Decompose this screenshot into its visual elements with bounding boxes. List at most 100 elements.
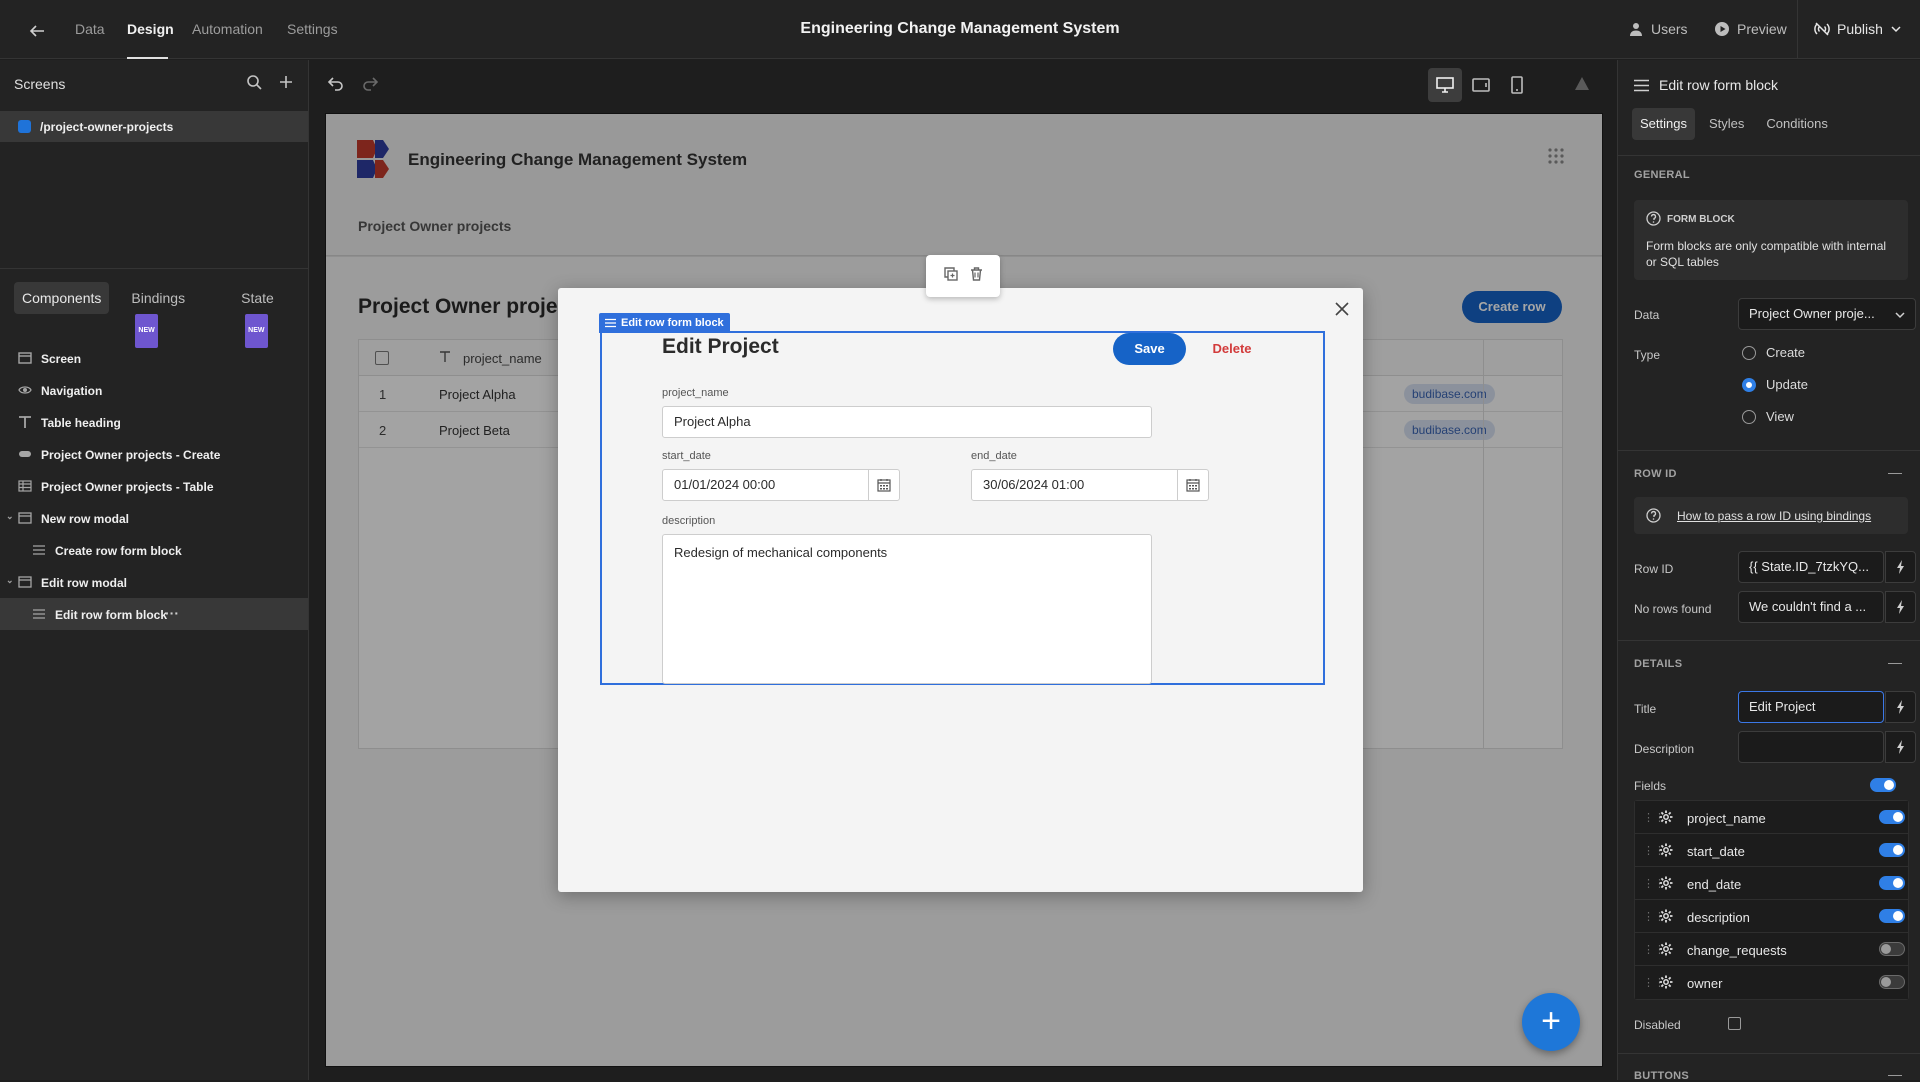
title-input[interactable]: Edit Project	[1738, 691, 1884, 723]
eye-icon	[18, 384, 32, 399]
delete-button[interactable]: Delete	[1202, 333, 1262, 365]
disabled-checkbox[interactable]	[1728, 1017, 1741, 1030]
field-toggle[interactable]	[1879, 810, 1905, 824]
add-component-button[interactable]: +	[1522, 993, 1580, 1051]
gear-icon[interactable]	[1659, 942, 1673, 961]
component-tabs: Components BindingsNEW StateNEW	[14, 282, 308, 349]
collapse-icon[interactable]: —	[1888, 464, 1902, 480]
fields-toggle[interactable]	[1870, 778, 1896, 792]
tab-bindings[interactable]: BindingsNEW	[123, 282, 219, 349]
selected-component-label: Edit row form block	[621, 317, 724, 329]
tab-settings[interactable]: Settings	[287, 21, 338, 37]
undo-icon[interactable]	[327, 74, 345, 97]
lightning-icon[interactable]	[1885, 691, 1916, 723]
tablet-icon[interactable]	[1464, 68, 1498, 102]
top-bar: Data Design Automation Settings Engineer…	[0, 0, 1920, 59]
warning-icon[interactable]	[1574, 76, 1590, 96]
form-title: Edit Project	[662, 335, 779, 358]
field-item-start-date[interactable]: ⋮⋮ start_date	[1635, 834, 1908, 867]
gear-icon[interactable]	[1659, 876, 1673, 895]
row-id-help-link[interactable]: How to pass a row ID using bindings	[1677, 509, 1871, 523]
end-date-label: end_date	[971, 450, 1017, 462]
redo-icon[interactable]	[361, 74, 379, 97]
publish-button[interactable]: Publish	[1814, 21, 1902, 37]
screen-icon	[18, 352, 32, 367]
radio-label: View	[1766, 409, 1794, 424]
row-id-input[interactable]: {{ State.ID_7tzkYQ...	[1738, 551, 1884, 583]
field-toggle[interactable]	[1879, 975, 1905, 989]
field-item-description[interactable]: ⋮⋮ description	[1635, 900, 1908, 933]
start-date-input[interactable]: 01/01/2024 00:00	[662, 469, 900, 501]
tree-item-edit-form-block[interactable]: Edit row form block ···	[0, 598, 308, 630]
lightning-icon[interactable]	[1885, 591, 1916, 623]
panel-divider	[1618, 155, 1920, 156]
field-toggle[interactable]	[1879, 876, 1905, 890]
gear-icon[interactable]	[1659, 975, 1673, 994]
screen-item[interactable]: /project-owner-projects	[0, 111, 308, 142]
radio-label: Update	[1766, 377, 1808, 392]
text-icon	[18, 416, 32, 431]
tree-item-new-row-modal[interactable]: ⌄ New row modal	[0, 502, 308, 534]
duplicate-icon[interactable]	[943, 266, 958, 286]
field-item-project-name[interactable]: ⋮⋮ project_name	[1635, 801, 1908, 834]
tab-data[interactable]: Data	[75, 21, 105, 37]
tree-item-table[interactable]: Project Owner projects - Table	[0, 470, 308, 502]
field-item-end-date[interactable]: ⋮⋮ end_date	[1635, 867, 1908, 900]
close-icon[interactable]	[1335, 300, 1349, 320]
project-name-input[interactable]: Project Alpha	[662, 406, 1152, 438]
tree-item-edit-row-modal[interactable]: ⌄ Edit row modal	[0, 566, 308, 598]
preview-button[interactable]: Preview	[1714, 21, 1787, 37]
type-create-radio[interactable]: Create	[1742, 345, 1805, 360]
app-preview-canvas[interactable]: Engineering Change Management System Pro…	[325, 113, 1603, 1067]
lightning-icon[interactable]	[1885, 731, 1916, 763]
tab-styles[interactable]: Styles	[1701, 108, 1752, 140]
tree-item-screen[interactable]: Screen	[0, 342, 308, 374]
gear-icon[interactable]	[1659, 843, 1673, 862]
type-update-radio[interactable]: Update	[1742, 377, 1808, 392]
calendar-icon[interactable]	[868, 470, 899, 500]
tree-item-navigation[interactable]: Navigation	[0, 374, 308, 406]
add-screen-icon[interactable]	[278, 74, 294, 95]
no-rows-input[interactable]: We couldn't find a ...	[1738, 591, 1884, 623]
field-toggle[interactable]	[1879, 909, 1905, 923]
users-button[interactable]: Users	[1628, 21, 1688, 37]
desktop-icon[interactable]	[1428, 68, 1462, 102]
field-toggle[interactable]	[1879, 942, 1905, 956]
tree-item-create-button[interactable]: Project Owner projects - Create	[0, 438, 308, 470]
end-date-input[interactable]: 30/06/2024 01:00	[971, 469, 1209, 501]
more-options-icon[interactable]: ···	[165, 605, 179, 621]
tab-conditions[interactable]: Conditions	[1758, 108, 1835, 140]
details-section-title: DETAILS	[1634, 658, 1683, 670]
tree-item-table-heading[interactable]: Table heading	[0, 406, 308, 438]
tree-item-create-form-block[interactable]: Create row form block	[0, 534, 308, 566]
collapse-icon[interactable]: —	[1888, 654, 1902, 670]
data-source-select[interactable]: Project Owner proje...	[1738, 298, 1916, 330]
tab-design[interactable]: Design	[127, 21, 174, 37]
description-input[interactable]	[1738, 731, 1884, 763]
trash-icon[interactable]	[970, 266, 983, 286]
back-arrow-icon[interactable]	[28, 20, 48, 40]
field-name: description	[1687, 910, 1750, 925]
mobile-icon[interactable]	[1500, 68, 1534, 102]
description-textarea[interactable]: Redesign of mechanical components	[662, 534, 1152, 684]
tab-settings[interactable]: Settings	[1632, 108, 1695, 140]
field-item-change-requests[interactable]: ⋮⋮ change_requests	[1635, 933, 1908, 966]
lightning-icon[interactable]	[1885, 551, 1916, 583]
chevron-down-icon[interactable]: ⌄	[6, 575, 14, 586]
selected-component-tag[interactable]: Edit row form block	[599, 313, 730, 333]
screen-color-swatch	[18, 120, 31, 133]
field-toggle[interactable]	[1879, 843, 1905, 857]
type-view-radio[interactable]: View	[1742, 409, 1794, 424]
panel-divider	[0, 268, 308, 269]
save-button[interactable]: Save	[1113, 333, 1186, 365]
tab-state[interactable]: StateNEW	[233, 282, 308, 349]
calendar-icon[interactable]	[1177, 470, 1208, 500]
gear-icon[interactable]	[1659, 810, 1673, 829]
field-item-owner[interactable]: ⋮⋮ owner	[1635, 966, 1908, 999]
search-icon[interactable]	[246, 74, 262, 95]
gear-icon[interactable]	[1659, 909, 1673, 928]
chevron-down-icon[interactable]: ⌄	[6, 511, 14, 522]
tab-components[interactable]: Components	[14, 282, 110, 314]
fields-label: Fields	[1634, 779, 1667, 793]
tab-automation[interactable]: Automation	[192, 21, 263, 37]
